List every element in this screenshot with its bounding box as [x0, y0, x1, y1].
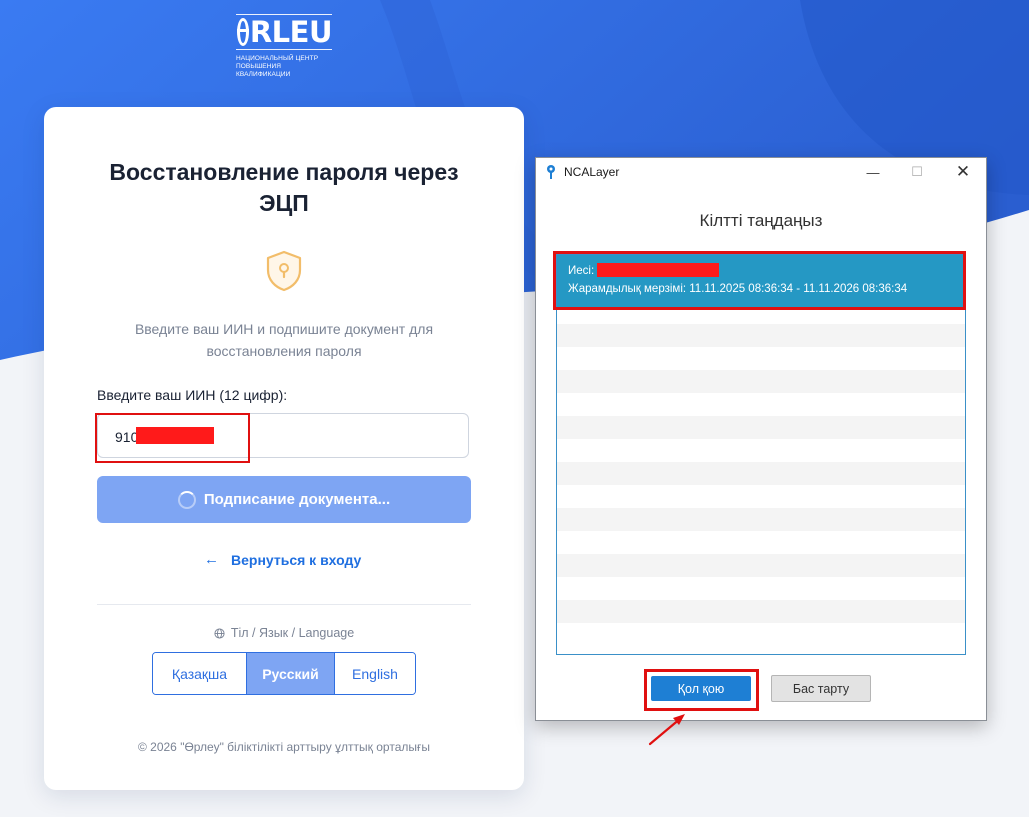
list-stripe — [557, 600, 965, 623]
shield-lock-icon — [266, 250, 302, 292]
logo-wordmark: RLEU — [236, 14, 333, 50]
sign-document-label: Подписание документа... — [203, 491, 391, 508]
lang-kazakh-button[interactable]: Қазақша — [153, 653, 246, 694]
language-switcher: Қазақша Русский English — [152, 652, 416, 695]
logo-subtitle-line2: ПОВЫШЕНИЯ КВАЛИФИКАЦИИ — [236, 63, 291, 78]
loading-spinner-icon — [177, 490, 196, 509]
certificate-highlight-box — [553, 251, 966, 310]
iin-highlight-box — [95, 413, 250, 463]
globe-icon — [214, 627, 225, 639]
list-stripe — [557, 416, 965, 439]
divider — [97, 604, 471, 605]
annotation-arrow-icon — [648, 714, 685, 746]
back-to-login-link[interactable]: ← Вернуться к входу — [204, 551, 361, 568]
sign-document-button[interactable]: Подписание документа... — [97, 476, 471, 523]
instruction-text: Введите ваш ИИН и подпишите документ для… — [134, 321, 434, 359]
list-stripe — [557, 508, 965, 531]
language-label: Тіл / Язык / Language — [44, 626, 524, 640]
page-title: Восстановление пароля через ЭЦП — [109, 159, 459, 216]
back-to-login-label: Вернуться к входу — [231, 551, 362, 568]
window-title: NCALayer — [564, 165, 620, 179]
certificate-list[interactable]: Иесі: Жарамдылық мерзімі: 11.11.2025 08:… — [556, 254, 966, 655]
sign-highlight-box — [644, 669, 759, 711]
language-label-text: Тіл / Язык / Language — [230, 626, 355, 640]
list-stripe — [557, 554, 965, 577]
close-icon[interactable]: ✕ — [940, 158, 986, 186]
minimize-icon[interactable]: — — [850, 158, 896, 186]
list-stripe — [557, 370, 965, 393]
maximize-icon[interactable]: ☐ — [894, 158, 940, 186]
recovery-card: Восстановление пароля через ЭЦП Введите … — [44, 107, 524, 790]
logo-subtitle: НАЦИОНАЛЬНЫЙ ЦЕНТР ПОВЫШЕНИЯ КВАЛИФИКАЦИ… — [236, 55, 332, 79]
list-stripe — [557, 324, 965, 347]
lang-russian-button[interactable]: Русский — [246, 653, 334, 694]
logo-o-mark — [237, 18, 249, 46]
key-icon — [547, 165, 555, 179]
ncalayer-window: NCALayer — ☐ ✕ Кілтті таңдаңыз Иесі: Жар… — [535, 157, 987, 721]
logo-subtitle-line1: НАЦИОНАЛЬНЫЙ ЦЕНТР — [236, 55, 319, 62]
copyright-text: © 2026 "Өрлеу" біліктілікті арттыру ұлтт… — [137, 740, 431, 754]
orleu-logo: RLEU НАЦИОНАЛЬНЫЙ ЦЕНТР ПОВЫШЕНИЯ КВАЛИФ… — [236, 14, 333, 79]
window-titlebar: NCALayer — ☐ ✕ — [536, 158, 986, 186]
cancel-button[interactable]: Бас тарту — [771, 675, 871, 702]
list-stripe — [557, 462, 965, 485]
select-key-heading: Кілтті таңдаңыз — [699, 211, 823, 230]
lang-english-button[interactable]: English — [334, 653, 415, 694]
iin-label: Введите ваш ИИН (12 цифр): — [97, 387, 288, 403]
logo-wordmark-text: RLEU — [249, 15, 333, 49]
arrow-left-icon: ← — [204, 551, 219, 568]
